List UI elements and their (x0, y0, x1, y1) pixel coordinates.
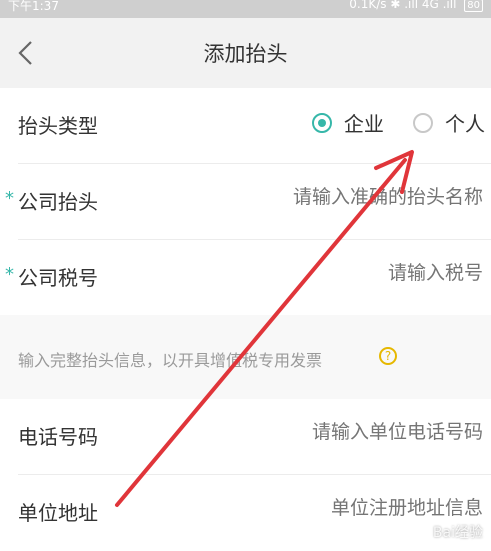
phone-input[interactable] (243, 421, 483, 443)
battery-icon: 80 (464, 0, 483, 12)
network-indicator: 0.1K/s ✱ .ıll 4G .ıll (349, 0, 457, 11)
radio-unchecked-icon (413, 113, 433, 133)
tax-number-input[interactable] (243, 262, 483, 284)
radio-personal[interactable]: 个人 (413, 108, 485, 140)
company-title-label: 公司抬头 (18, 190, 98, 214)
phone-row: 电话号码 (18, 399, 491, 475)
watermark: Bai经验 (432, 525, 483, 541)
invoice-type-label: 抬头类型 (18, 114, 98, 138)
hint-text: 输入完整抬头信息，以开具增值税专用发票 (18, 351, 323, 370)
hint-section: 输入完整抬头信息，以开具增值税专用发票 ? (0, 315, 491, 399)
address-label: 单位地址 (18, 501, 98, 525)
nav-bar: 添加抬头 (0, 18, 491, 88)
company-title-input[interactable] (243, 186, 483, 208)
required-mark: * (5, 188, 14, 209)
required-mark: * (5, 264, 14, 285)
page-title: 添加抬头 (203, 42, 288, 66)
address-input[interactable] (243, 497, 483, 519)
status-indicators: 0.1K/s ✱ .ıll 4G .ıll 80 (349, 0, 483, 12)
tax-number-row: * 公司税号 (5, 240, 491, 316)
company-title-row: * 公司抬头 (5, 164, 491, 240)
phone-label: 电话号码 (18, 425, 98, 449)
status-bar: 下午1:37 0.1K/s ✱ .ıll 4G .ıll 80 (0, 0, 491, 18)
invoice-type-radio-group: 企业 个人 (288, 108, 485, 140)
radio-company[interactable]: 企业 (311, 108, 384, 140)
invoice-type-row: 抬头类型 企业 个人 (18, 88, 491, 164)
tax-number-label: 公司税号 (18, 266, 98, 290)
status-time: 下午1:37 (8, 0, 59, 13)
question-circle-icon[interactable]: ? (379, 347, 397, 365)
address-row: 单位地址 (18, 475, 491, 551)
radio-checked-icon (311, 113, 332, 133)
